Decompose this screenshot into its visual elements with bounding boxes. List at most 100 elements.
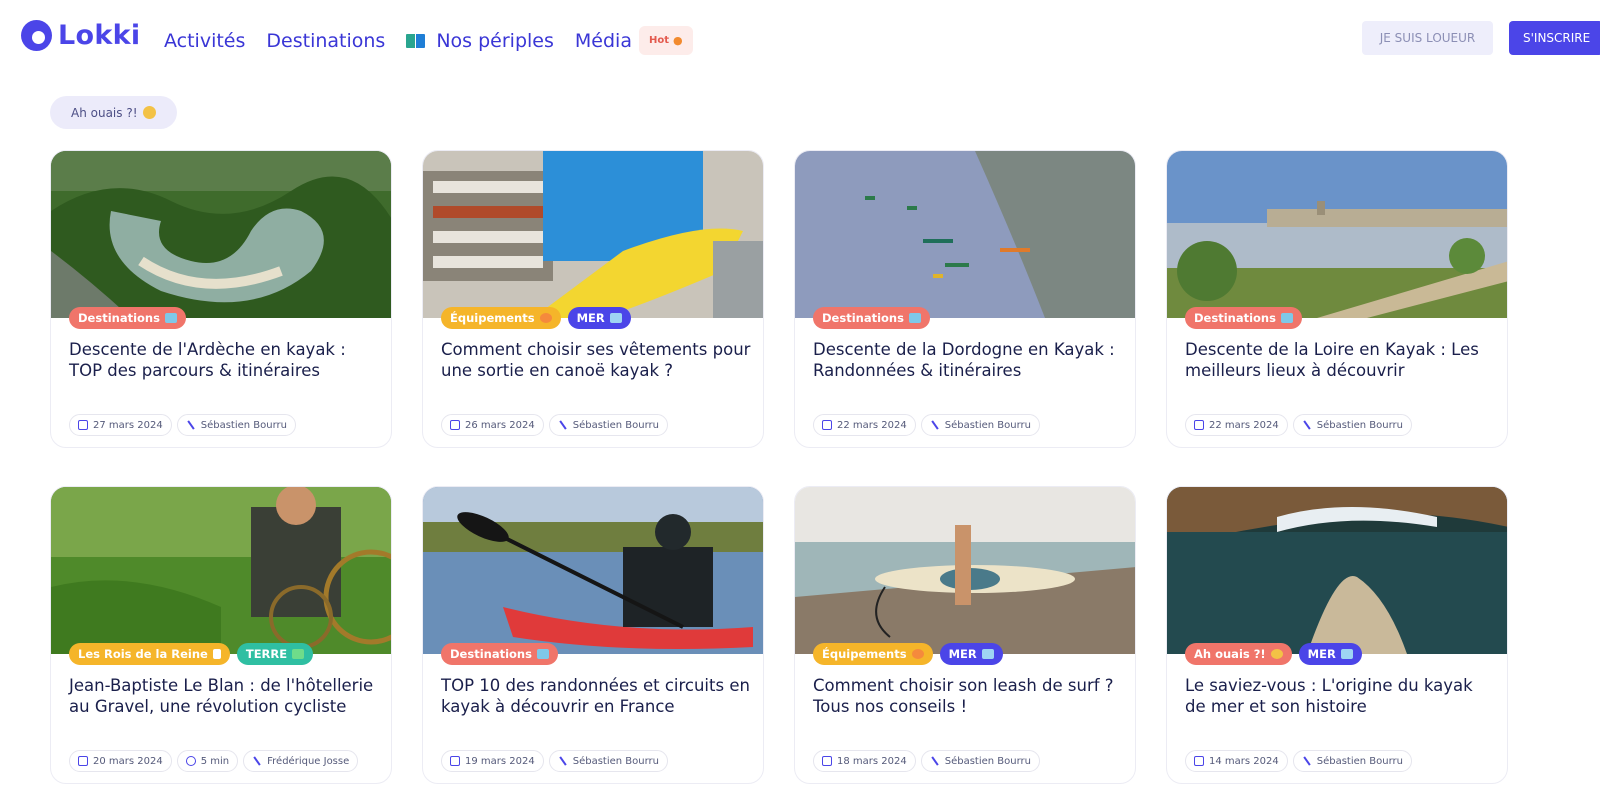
filter-pill-label: Ah ouais ?! [71,105,138,120]
site-header: Lokki Activités Destinations Nos périple… [0,0,1600,78]
calendar-icon [1194,756,1204,766]
tag-destinations[interactable]: Destinations [1185,307,1302,329]
article-card[interactable]: Équipements MER Comment choisir son leas… [794,486,1136,784]
inscrire-button[interactable]: S'INSCRIRE [1509,21,1600,55]
je-suis-loueur-button[interactable]: JE SUIS LOUEUR [1362,21,1493,55]
article-meta: 14 mars 2024 Sébastien Bourru [1185,750,1412,772]
tag-label: Les Rois de la Reine [78,647,208,661]
leaf-icon [292,649,305,659]
wave-icon [981,649,994,659]
face-emoji-icon [142,106,156,119]
date-label: 26 mars 2024 [465,419,535,431]
author-label: Sébastien Bourru [572,419,659,431]
date-chip: 20 mars 2024 [69,750,172,772]
article-card[interactable]: Destinations Descente de la Dordogne en … [794,150,1136,448]
tag-les-rois-de-la-reine[interactable]: Les Rois de la Reine [69,643,230,665]
article-image-ardeche [51,151,391,318]
tag-terre[interactable]: TERRE [236,643,314,665]
article-title[interactable]: Le saviez-vous : L'origine du kayak de m… [1185,675,1495,717]
article-meta: 18 mars 2024 Sébastien Bourru [813,750,1040,772]
date-chip: 19 mars 2024 [441,750,544,772]
article-card[interactable]: Destinations Descente de la Loire en Kay… [1166,150,1508,448]
book-icon [406,33,426,48]
tag-label: MER [948,647,977,661]
flame-icon: ● [673,34,683,47]
date-chip: 22 mars 2024 [813,414,916,436]
article-meta: 26 mars 2024 Sébastien Bourru [441,414,668,436]
article-meta: 22 mars 2024 Sébastien Bourru [813,414,1040,436]
date-label: 19 mars 2024 [465,755,535,767]
date-chip: 18 mars 2024 [813,750,916,772]
nav-nos-periples-label: Nos périples [436,29,554,52]
article-image-vetements [423,151,763,318]
article-title[interactable]: Descente de la Loire en Kayak : Les meil… [1185,339,1495,381]
calendar-icon [450,756,460,766]
article-title[interactable]: Descente de l'Ardèche en kayak : TOP des… [69,339,379,381]
wave-icon [1280,313,1293,323]
filter-pill-ah-ouais[interactable]: Ah ouais ?! [50,96,177,129]
tag-equipements[interactable]: Équipements [441,307,561,329]
nav-activites[interactable]: Activités [164,30,245,52]
article-card[interactable]: Équipements MER Comment choisir ses vête… [422,150,764,448]
author-label: Sébastien Bourru [1316,755,1403,767]
tag-label: Destinations [450,647,532,661]
hot-badge-label: Hot [648,35,669,46]
pen-icon [252,756,262,766]
article-image-leash [795,487,1135,654]
calendar-icon [450,420,460,430]
date-chip: 14 mars 2024 [1185,750,1288,772]
article-image-top10 [423,487,763,654]
main-nav: Activités Destinations Nos périples Médi… [164,26,693,55]
tag-mer[interactable]: MER [939,643,1003,665]
article-card[interactable]: Destinations Descente de l'Ardèche en ka… [50,150,392,448]
tag-list: Équipements MER [441,307,631,329]
tag-label: Équipements [822,647,907,661]
date-label: 14 mars 2024 [1209,755,1279,767]
tag-mer[interactable]: MER [1298,643,1362,665]
calendar-icon [822,420,832,430]
nav-destinations[interactable]: Destinations [266,30,385,52]
date-chip: 26 mars 2024 [441,414,544,436]
nav-media[interactable]: Média [575,30,632,52]
tag-label: Destinations [1194,311,1276,325]
article-meta: 19 mars 2024 Sébastien Bourru [441,750,668,772]
face-emoji-icon [539,313,552,323]
date-label: 27 mars 2024 [93,419,163,431]
tag-equipements[interactable]: Équipements [813,643,933,665]
duration-chip: 5 min [176,750,239,772]
author-chip: Sébastien Bourru [1292,414,1412,436]
pen-icon [186,420,196,430]
tag-destinations[interactable]: Destinations [69,307,186,329]
article-image-gravel [51,487,391,654]
date-chip: 22 mars 2024 [1185,414,1288,436]
article-title[interactable]: Comment choisir son leash de surf ? Tous… [813,675,1123,717]
article-meta: 22 mars 2024 Sébastien Bourru [1185,414,1412,436]
calendar-icon [822,756,832,766]
article-title[interactable]: TOP 10 des randonnées et circuits en kay… [441,675,751,717]
clock-icon [185,756,196,766]
tag-destinations[interactable]: Destinations [441,643,558,665]
nav-nos-periples[interactable]: Nos périples [406,30,554,52]
article-card[interactable]: Ah ouais ?! MER Le saviez-vous : L'origi… [1166,486,1508,784]
tag-destinations[interactable]: Destinations [813,307,930,329]
pen-icon [558,756,568,766]
lokki-logo[interactable]: Lokki [21,20,140,51]
wave-icon [1340,649,1353,659]
article-card[interactable]: Destinations TOP 10 des randonnées et ci… [422,486,764,784]
article-title[interactable]: Descente de la Dordogne en Kayak : Rando… [813,339,1123,381]
calendar-icon [1194,420,1204,430]
tag-list: Destinations [69,307,186,329]
date-label: 22 mars 2024 [1209,419,1279,431]
pen-icon [1302,756,1312,766]
date-chip: 27 mars 2024 [69,414,172,436]
article-image-dordogne [795,151,1135,318]
article-title[interactable]: Comment choisir ses vêtements pour une s… [441,339,751,381]
tag-mer[interactable]: MER [567,307,631,329]
article-card[interactable]: Les Rois de la Reine TERRE Jean-Baptiste… [50,486,392,784]
pen-icon [930,420,940,430]
tag-ah-ouais[interactable]: Ah ouais ?! [1185,643,1292,665]
article-title[interactable]: Jean-Baptiste Le Blan : de l'hôtellerie … [69,675,379,717]
tag-list: Destinations [813,307,930,329]
author-chip: Sébastien Bourru [176,414,296,436]
author-chip: Sébastien Bourru [920,750,1040,772]
